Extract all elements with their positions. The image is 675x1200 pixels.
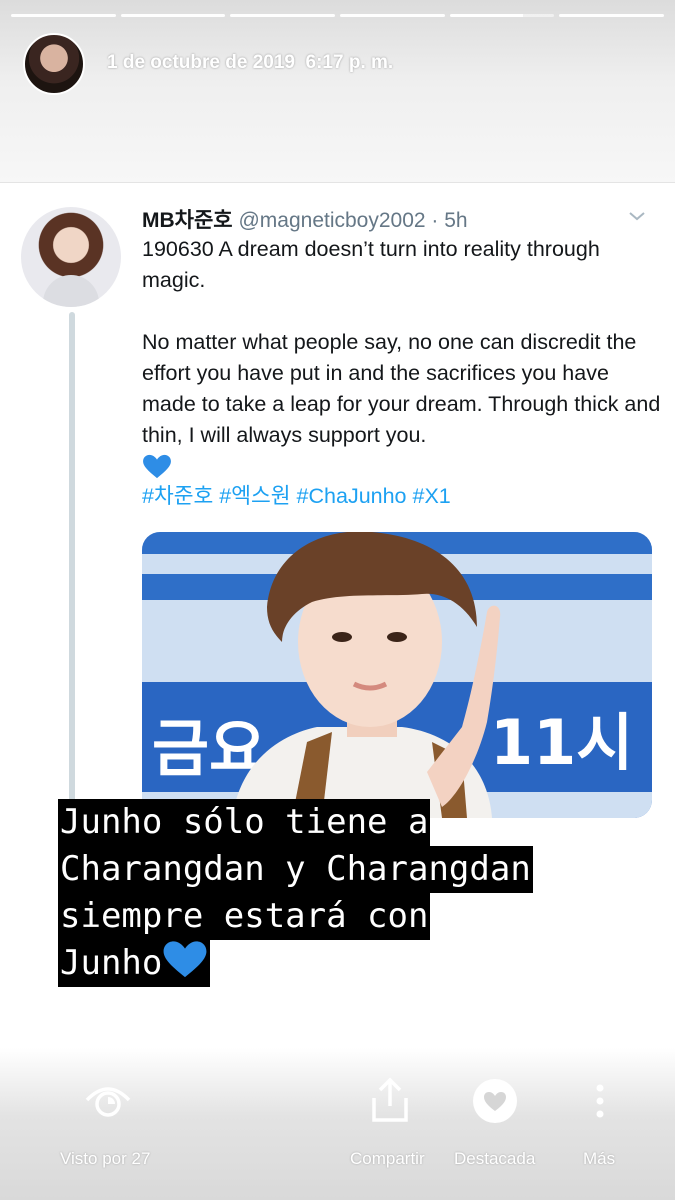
photo-banner-right: 11시 [490,706,633,779]
story-progress-bar [11,14,665,17]
tweet-paragraph: 190630 A dream doesn’t turn into reality… [142,237,600,292]
story-owner-avatar[interactable] [23,33,85,95]
progress-segment [559,14,665,17]
blue-heart-icon [163,941,207,978]
share-label: Compartir [350,1149,425,1168]
story-bottom-bar: Visto por 27 Compartir Destacada Más [0,1048,675,1200]
story-header: 1 de octubre de 2019 6:17 p. m. [0,0,675,183]
tweet-hashtags: #차준호 #엑스원 #ChaJunho #X1 [142,484,451,508]
tweet-header: MB차준호 @magneticboy2002 · 5h [142,204,468,234]
more-label: Más [583,1149,616,1168]
share-icon [372,1077,408,1122]
story-date: 1 de octubre de 2019 [107,52,295,73]
progress-segment [230,14,336,17]
more-vertical-icon [596,1084,604,1118]
viewers-label: Visto por 27 [60,1149,151,1168]
tweet-body: 190630 A dream doesn’t turn into reality… [142,234,662,482]
caption-line: Junho sólo tiene a [58,799,431,846]
highlight-label: Destacada [454,1149,536,1168]
highlight-heart-icon [473,1079,517,1123]
shared-tweet: MB차준호 @magneticboy2002 · 5h 190630 A dre… [0,190,675,922]
caption-line: siempre estará con [58,893,431,940]
blue-heart-icon [143,455,171,479]
caption-text: Junho [60,943,163,983]
eye-icon [85,1087,131,1117]
tweet-handle: @magneticboy2002 [238,209,426,232]
tweet-paragraph: No matter what people say, no one can di… [142,330,661,447]
story-caption: Junho sólo tiene a Charangdan y Charangd… [58,799,658,987]
tweet-time: · 5h [431,209,468,232]
progress-segment [11,14,116,17]
tweet-author-avatar [21,207,121,307]
progress-segment-current [449,14,555,17]
story-time: 6:17 p. m. [305,52,394,73]
caption-line: Charangdan y Charangdan [58,846,533,893]
progress-segment [340,14,445,17]
story-timestamp: 1 de octubre de 2019 6:17 p. m. [107,52,393,74]
caption-line-with-emoji: Junho [58,940,211,987]
tweet-photo: 금요 11시 [142,532,652,818]
chevron-down-icon [629,212,645,221]
tweet-display-name: MB차준호 [142,209,233,232]
progress-segment [120,14,226,17]
